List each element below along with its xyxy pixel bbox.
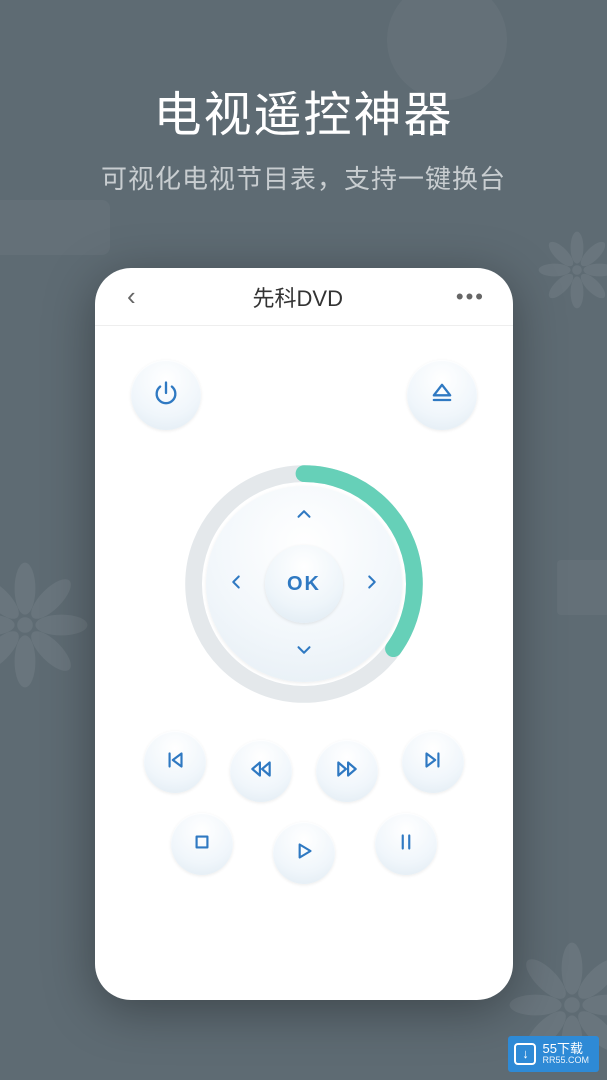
- eject-icon: [428, 379, 456, 412]
- rewind-button[interactable]: [230, 740, 292, 802]
- watermark-url: RR55.COM: [542, 1056, 589, 1066]
- skip-previous-button[interactable]: [144, 731, 206, 793]
- stop-icon: [189, 829, 215, 860]
- watermark: ↓ 55下载 RR55.COM: [508, 1036, 599, 1072]
- eject-button[interactable]: [407, 360, 477, 430]
- fast-forward-button[interactable]: [316, 740, 378, 802]
- ok-button[interactable]: OK: [265, 545, 343, 623]
- device-title: 先科DVD: [253, 281, 343, 313]
- dpad-up-button[interactable]: [288, 500, 320, 532]
- back-button[interactable]: ‹: [117, 275, 146, 318]
- decorative-monitor: [557, 560, 607, 615]
- pause-button[interactable]: [375, 813, 437, 875]
- chevron-down-icon: [293, 639, 315, 666]
- chevron-left-icon: [225, 571, 247, 598]
- stop-button[interactable]: [171, 813, 233, 875]
- dpad-pad: OK: [206, 486, 402, 682]
- power-button[interactable]: [131, 360, 201, 430]
- dpad-left-button[interactable]: [220, 568, 252, 600]
- download-icon: ↓: [514, 1043, 536, 1065]
- promo-header: 电视遥控神器 可视化电视节目表，支持一键换台: [0, 0, 607, 196]
- watermark-title: 55下载: [542, 1042, 589, 1056]
- dpad-down-button[interactable]: [288, 636, 320, 668]
- chevron-right-icon: [361, 571, 383, 598]
- app-topbar: ‹ 先科DVD •••: [95, 268, 513, 326]
- media-row-2: [95, 822, 513, 884]
- power-icon: [152, 379, 180, 412]
- more-button[interactable]: •••: [450, 278, 491, 316]
- decorative-ac: [0, 200, 110, 255]
- media-row-1: [95, 740, 513, 802]
- ok-label: OK: [287, 573, 321, 596]
- chevron-up-icon: [293, 503, 315, 530]
- pause-icon: [393, 829, 419, 860]
- phone-mockup: ‹ 先科DVD •••: [95, 268, 513, 1000]
- play-button[interactable]: [273, 822, 335, 884]
- skip-next-icon: [420, 747, 446, 778]
- fast-forward-icon: [334, 756, 360, 787]
- decorative-flower-icon: [0, 560, 90, 690]
- skip-next-button[interactable]: [402, 731, 464, 793]
- skip-previous-icon: [162, 747, 188, 778]
- dpad-right-button[interactable]: [356, 568, 388, 600]
- decorative-flower-icon: [537, 230, 607, 310]
- dpad: OK: [184, 464, 424, 704]
- promo-title: 电视遥控神器: [0, 75, 607, 145]
- promo-subtitle: 可视化电视节目表，支持一键换台: [0, 159, 607, 196]
- chevron-left-icon: ‹: [127, 281, 136, 311]
- play-icon: [291, 838, 317, 869]
- rewind-icon: [248, 756, 274, 787]
- more-icon: •••: [456, 284, 485, 309]
